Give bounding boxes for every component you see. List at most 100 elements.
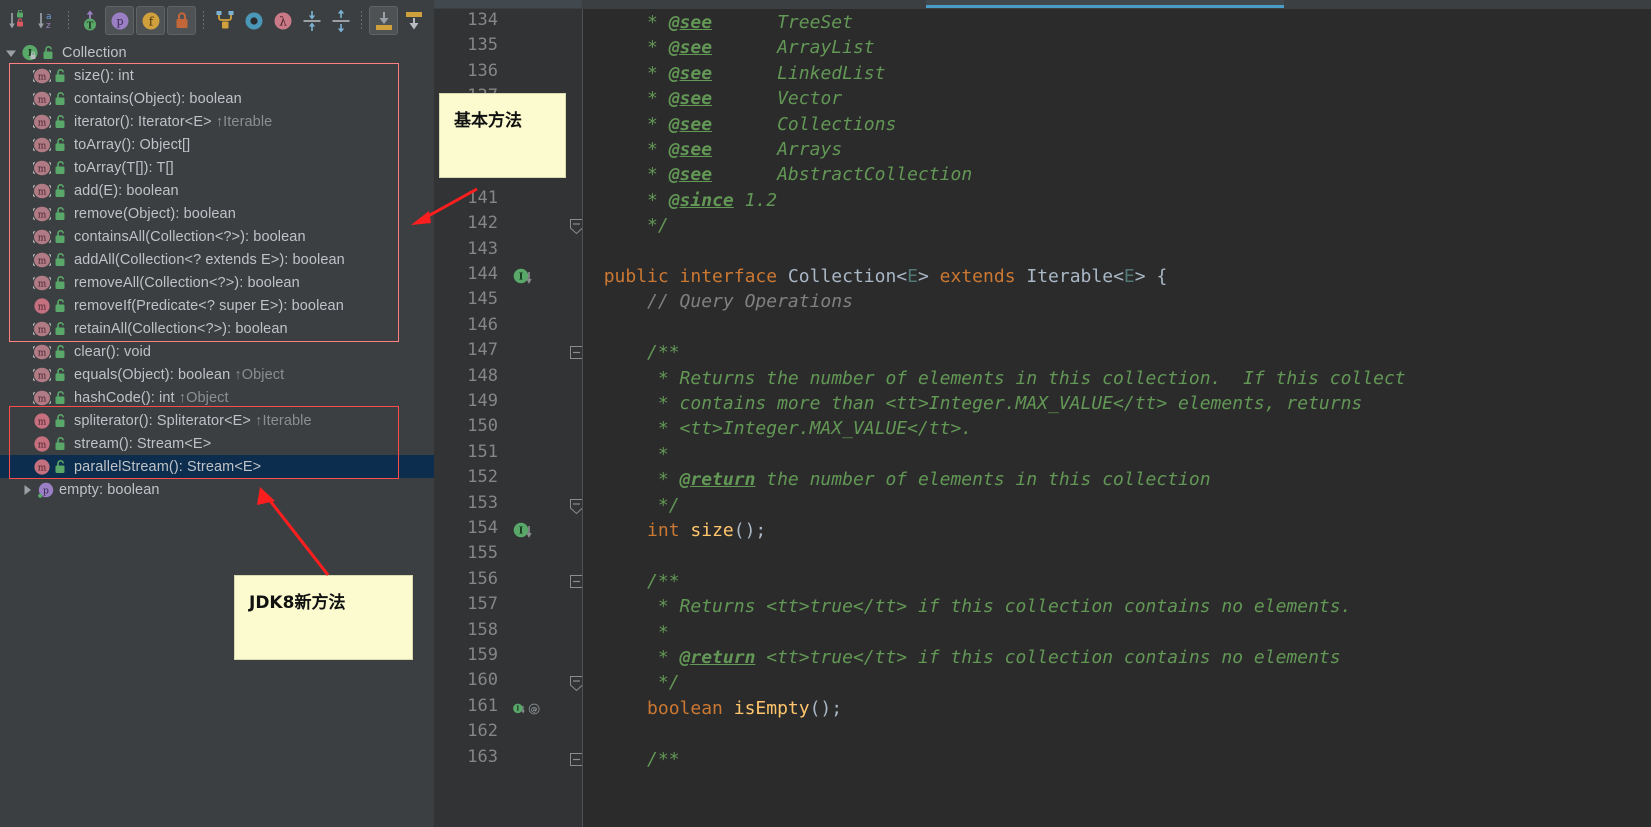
structure-member-row[interactable]: mclear(): void: [0, 340, 434, 363]
svg-text:T: T: [86, 21, 93, 31]
show-anonymous-classes-icon[interactable]: [240, 7, 267, 34]
implemented-method-marker-icon[interactable]: I: [512, 268, 542, 286]
toolbar-separator: [68, 11, 69, 31]
sort-alphabetically-icon[interactable]: az: [34, 7, 61, 34]
code-line[interactable]: * Returns the number of elements in this…: [582, 366, 1651, 391]
editor-code-area[interactable]: * @see TreeSet * @see ArrayList * @see L…: [582, 9, 1651, 827]
code-line[interactable]: */: [582, 493, 1651, 518]
structure-member-row[interactable]: mcontains(Object): boolean: [0, 87, 434, 110]
expand-all-icon[interactable]: [298, 7, 325, 34]
structure-member-row[interactable]: mequals(Object): boolean ↑Object: [0, 363, 434, 386]
method-icon: m: [32, 181, 52, 201]
structure-member-row[interactable]: maddAll(Collection<? extends E>): boolea…: [0, 248, 434, 271]
collapse-all-icon[interactable]: [327, 7, 354, 34]
structure-member-row[interactable]: mremove(Object): boolean: [0, 202, 434, 225]
code-line[interactable]: * @see LinkedList: [582, 61, 1651, 86]
code-line[interactable]: boolean isEmpty();: [582, 696, 1651, 721]
structure-member-row[interactable]: m spliterator(): Spliterator<E> ↑Iterable: [0, 409, 434, 432]
code-line[interactable]: [582, 721, 1651, 746]
method-icon: m: [32, 112, 52, 132]
method-icon: m: [32, 135, 52, 155]
code-line[interactable]: * @since 1.2: [582, 188, 1651, 213]
show-non-public-icon[interactable]: [167, 6, 196, 35]
editor-tab-4[interactable]: [1284, 0, 1651, 8]
autoscroll-from-source-icon[interactable]: [400, 7, 427, 34]
code-line[interactable]: public interface Collection<E> extends I…: [582, 264, 1651, 289]
code-line[interactable]: [582, 239, 1651, 264]
interface-icon: I: [20, 43, 40, 63]
code-line[interactable]: /**: [582, 340, 1651, 365]
svg-text:I: I: [519, 526, 524, 537]
implemented-method-marker-icon[interactable]: I@: [512, 700, 542, 718]
structure-member-label: addAll(Collection<? extends E>): boolean: [71, 252, 345, 268]
svg-text:m: m: [38, 348, 47, 358]
code-line[interactable]: *: [582, 620, 1651, 645]
code-line[interactable]: * @see TreeSet: [582, 10, 1651, 35]
structure-member-row[interactable]: madd(E): boolean: [0, 179, 434, 202]
structure-member-row[interactable]: mtoArray(T[]): T[]: [0, 156, 434, 179]
structure-member-label: stream(): Stream<E>: [71, 436, 211, 452]
group-by-type-icon[interactable]: T: [76, 7, 103, 34]
editor-tab-2[interactable]: [582, 0, 926, 8]
implemented-method-marker-icon[interactable]: I: [512, 522, 542, 540]
code-line[interactable]: */: [582, 670, 1651, 695]
code-line[interactable]: /**: [582, 747, 1651, 772]
code-line[interactable]: [582, 315, 1651, 340]
public-icon: [52, 434, 68, 454]
structure-member-label: hashCode(): int ↑Object: [71, 390, 229, 406]
show-fields-icon[interactable]: f: [136, 6, 165, 35]
code-line[interactable]: *: [582, 442, 1651, 467]
structure-member-row[interactable]: mretainAll(Collection<?>): boolean: [0, 317, 434, 340]
structure-member-row[interactable]: mremoveAll(Collection<?>): boolean: [0, 271, 434, 294]
svg-text:m: m: [38, 164, 47, 174]
code-line[interactable]: // Query Operations: [582, 289, 1651, 314]
structure-member-row[interactable]: miterator(): Iterator<E> ↑Iterable: [0, 110, 434, 133]
sort-by-visibility-icon[interactable]: [5, 7, 32, 34]
method-icon: m: [32, 204, 52, 224]
public-icon: [52, 250, 68, 270]
autoscroll-to-source-icon[interactable]: [369, 6, 398, 35]
structure-node-collection[interactable]: ICollection: [0, 41, 434, 64]
code-line[interactable]: /**: [582, 569, 1651, 594]
code-line[interactable]: [582, 543, 1651, 568]
code-line[interactable]: */: [582, 213, 1651, 238]
structure-member-row[interactable]: mstream(): Stream<E>: [0, 432, 434, 455]
structure-member-row[interactable]: mremoveIf(Predicate<? super E>): boolean: [0, 294, 434, 317]
default-method-icon: m: [32, 411, 52, 431]
editor-tab-strip[interactable]: [434, 0, 1651, 9]
line-number: 162: [438, 721, 498, 741]
chevron-down-icon[interactable]: [2, 41, 20, 64]
code-line[interactable]: int size();: [582, 518, 1651, 543]
structure-member-row[interactable]: msize(): int: [0, 64, 434, 87]
code-editor[interactable]: 134135136137138139140141142143144I145146…: [434, 0, 1651, 827]
structure-tree[interactable]: ICollectionmsize(): intmcontains(Object)…: [0, 41, 434, 827]
svg-text:m: m: [38, 463, 47, 473]
public-icon: [52, 296, 68, 316]
structure-member-row[interactable]: mhashCode(): int ↑Object: [0, 386, 434, 409]
svg-text:m: m: [38, 118, 47, 128]
code-line[interactable]: * @see ArrayList: [582, 35, 1651, 60]
code-line[interactable]: * @see AbstractCollection: [582, 162, 1651, 187]
structure-member-row[interactable]: mcontainsAll(Collection<?>): boolean: [0, 225, 434, 248]
structure-member-row[interactable]: mparallelStream(): Stream<E>: [0, 455, 434, 478]
structure-node-empty-property[interactable]: pempty: boolean: [0, 478, 434, 501]
editor-tab-1[interactable]: [434, 0, 582, 8]
code-line[interactable]: * @see Arrays: [582, 137, 1651, 162]
show-lambdas-icon[interactable]: λ: [269, 7, 296, 34]
structure-member-row[interactable]: mtoArray(): Object[]: [0, 133, 434, 156]
structure-member-label: spliterator(): Spliterator<E> ↑Iterable: [71, 413, 312, 429]
note-basic-methods: 基本方法: [439, 93, 566, 178]
chevron-right-icon[interactable]: [18, 478, 36, 501]
code-line[interactable]: * @return the number of elements in this…: [582, 467, 1651, 492]
show-inherited-icon[interactable]: [211, 7, 238, 34]
code-line[interactable]: * contains more than <tt>Integer.MAX_VAL…: [582, 391, 1651, 416]
line-number: 161: [438, 696, 498, 716]
code-line[interactable]: * @see Vector: [582, 86, 1651, 111]
code-line[interactable]: * @return <tt>true</tt> if this collecti…: [582, 645, 1651, 670]
code-line[interactable]: * Returns <tt>true</tt> if this collecti…: [582, 594, 1651, 619]
editor-tab-active[interactable]: [926, 0, 1284, 8]
code-line[interactable]: * <tt>Integer.MAX_VALUE</tt>.: [582, 416, 1651, 441]
show-properties-icon[interactable]: p: [105, 6, 134, 35]
code-line[interactable]: * @see Collections: [582, 112, 1651, 137]
svg-text:m: m: [38, 302, 47, 312]
